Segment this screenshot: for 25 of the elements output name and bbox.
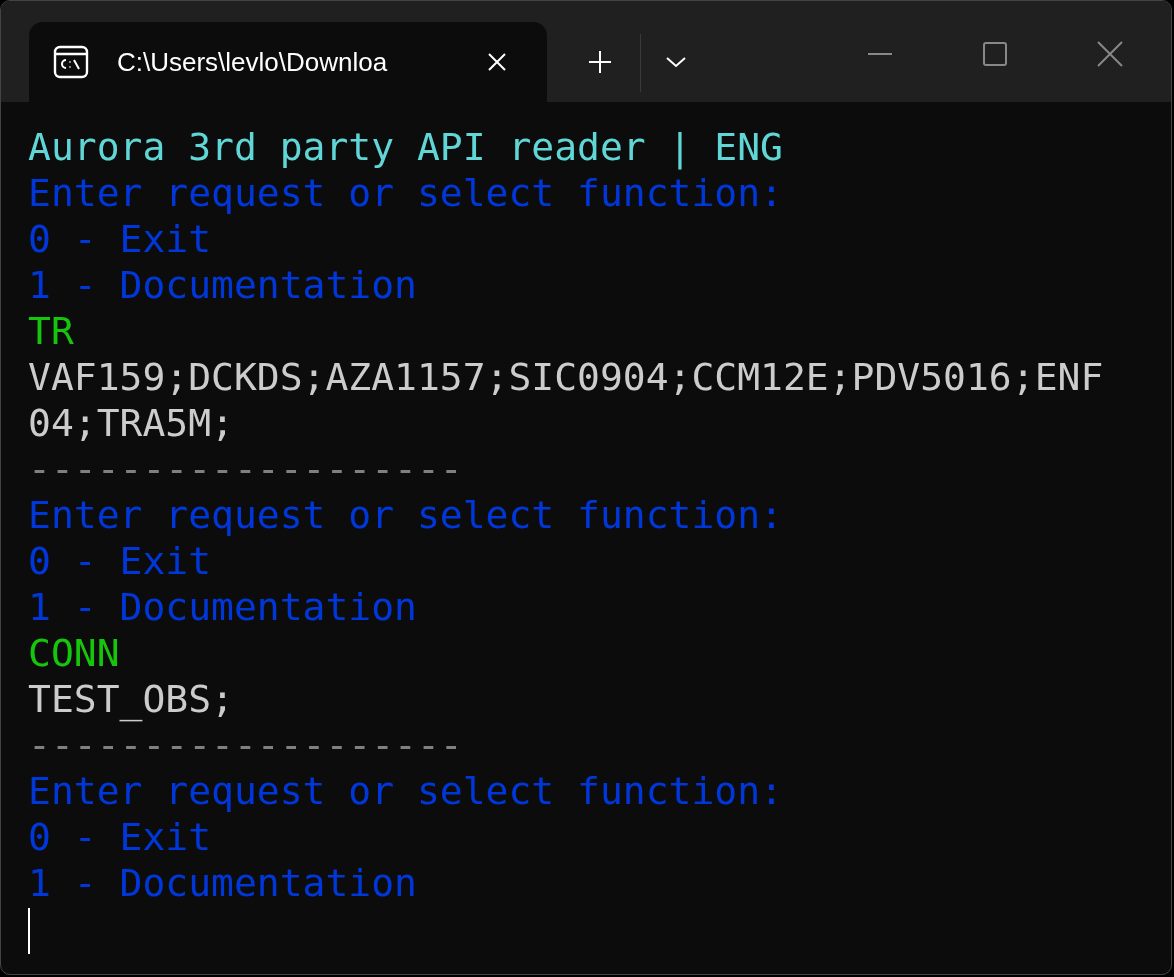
dropdown-icon[interactable] [665, 56, 687, 68]
terminal-icon [53, 44, 89, 80]
separator-line: ------------------- [28, 446, 463, 492]
prompt-line: 1 - Documentation [28, 860, 418, 906]
prompt-line: Enter request or select function: [28, 492, 784, 538]
prompt-line: 1 - Documentation [28, 262, 418, 308]
prompt-line: 0 - Exit [28, 538, 213, 584]
text-cursor [28, 908, 30, 954]
prompt-line: Enter request or select function: [28, 170, 784, 216]
separator-line: ------------------- [28, 722, 463, 768]
close-tab-icon[interactable] [487, 52, 507, 72]
prompt-line: 0 - Exit [28, 814, 213, 860]
header-line: Aurora 3rd party API reader | ENG [28, 124, 784, 170]
prompt-line: Enter request or select function: [28, 768, 784, 814]
output-line: TEST_OBS; [28, 676, 235, 722]
prompt-line: 0 - Exit [28, 216, 213, 262]
close-icon[interactable] [1097, 41, 1123, 67]
tab-title: C:\Users\levlo\Downloa [117, 46, 389, 78]
input-line: CONN [28, 630, 121, 676]
input-line: TR [28, 308, 75, 354]
tab[interactable]: C:\Users\levlo\Downloa [29, 22, 547, 102]
prompt-line: 1 - Documentation [28, 584, 418, 630]
output-line: VAF159;DCKDS;AZA1157;SIC0904;CCM12E;PDV5016;ENF04;TRA5M; [28, 354, 1104, 446]
new-tab-icon[interactable] [588, 50, 612, 74]
maximize-icon[interactable] [982, 41, 1008, 67]
